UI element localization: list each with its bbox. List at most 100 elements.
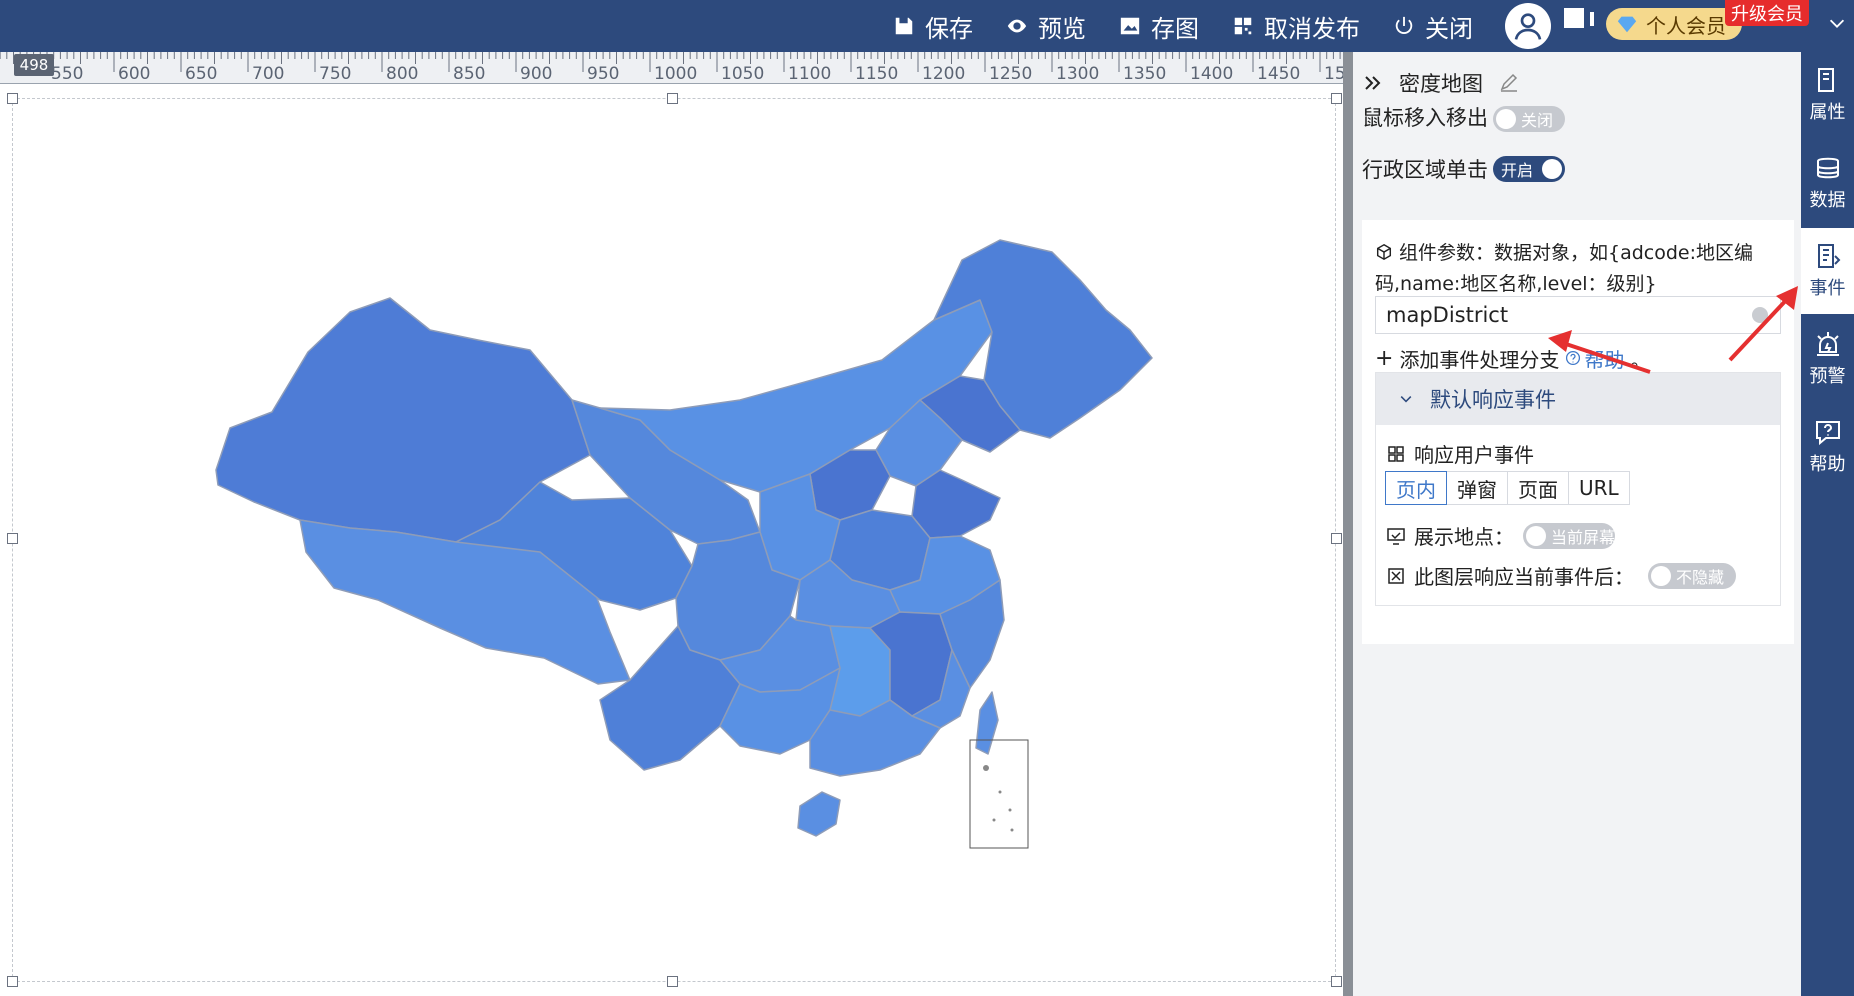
menu-attributes[interactable]: 属性 (1801, 52, 1854, 138)
click-label: 行政区域单击 (1362, 158, 1488, 182)
ruler-label: 600 (118, 64, 150, 84)
help-link[interactable]: 帮助 (1565, 344, 1624, 373)
diamond-icon (1617, 16, 1637, 33)
ruler-label: 1350 (1123, 64, 1166, 84)
ruler-label: 1400 (1190, 64, 1233, 84)
member-badge[interactable]: 个人会员 (1606, 8, 1742, 40)
menu-help[interactable]: 帮助 (1801, 404, 1854, 490)
divider (1590, 12, 1594, 26)
ruler-label: 1300 (1056, 64, 1099, 84)
unpublish-button[interactable]: 取消发布 (1232, 0, 1360, 52)
ruler-label: 1000 (654, 64, 697, 84)
square-icon[interactable] (1564, 8, 1584, 28)
param-input[interactable]: mapDistrict (1375, 296, 1781, 334)
ruler-label: 850 (453, 64, 485, 84)
property-panel: 密度地图 鼠标移入移出 关闭 行政区域单击 开启 组件参数：数据对象，如{adc… (1353, 52, 1801, 996)
question-icon (1566, 350, 1581, 366)
close-button[interactable]: 关闭 (1393, 0, 1473, 52)
top-toolbar: 保存 预览 存图 取消发布 关闭 个人会员 升级会员 (0, 0, 1854, 52)
user-icon (1514, 13, 1542, 40)
map-region[interactable] (975, 691, 999, 755)
add-branch-link[interactable]: 添加事件处理分支 (1399, 344, 1559, 373)
show-location-toggle[interactable]: 当前屏幕 (1523, 523, 1615, 549)
ruler-label: 700 (252, 64, 284, 84)
avatar[interactable] (1505, 3, 1551, 49)
add-branch-row: + 添加事件处理分支 帮助 。 (1375, 344, 1651, 373)
power-icon (1395, 16, 1413, 34)
double-chevron-right-icon[interactable] (1363, 73, 1383, 93)
database-icon (1816, 157, 1839, 179)
image-icon (1120, 17, 1140, 35)
horizontal-ruler: 550 600 650 700 750 800 850 900 950 1000 1050 1100 1… (0, 52, 1346, 84)
event-doc-icon (1817, 244, 1840, 268)
resize-handle[interactable] (7, 93, 18, 104)
cube-icon (1376, 243, 1392, 261)
respond-user-label: 响应用户事件 (1386, 439, 1534, 468)
resize-handle[interactable] (7, 976, 18, 987)
resize-handle[interactable] (667, 976, 678, 987)
settings-doc-icon (1817, 68, 1834, 92)
preview-icon (1007, 19, 1027, 33)
ruler-label: 750 (319, 64, 351, 84)
menu-data[interactable]: 数据 (1801, 140, 1854, 226)
show-location-label: 展示地点： (1386, 521, 1514, 550)
ruler-label: 800 (386, 64, 418, 84)
ruler-label: 1450 (1257, 64, 1300, 84)
chevron-down-icon[interactable] (1826, 12, 1848, 34)
map-region[interactable] (797, 791, 841, 837)
click-toggle[interactable]: 开启 (1493, 156, 1565, 182)
screen-check-icon (1387, 527, 1405, 545)
hover-toggle[interactable]: 关闭 (1493, 106, 1565, 132)
grid-icon (1388, 445, 1404, 462)
plus-icon[interactable]: + (1375, 346, 1393, 371)
resize-handle[interactable] (1331, 533, 1342, 544)
help-chat-icon (1815, 421, 1840, 446)
map-region[interactable] (911, 469, 1001, 539)
target-page[interactable]: 页面 (1507, 471, 1569, 505)
ruler-label: 1200 (922, 64, 965, 84)
preview-button[interactable]: 预览 (1006, 0, 1086, 52)
event-config-card: 组件参数：数据对象，如{adcode:地区编码,name:地区名称,level：… (1362, 220, 1794, 644)
density-map[interactable] (200, 180, 1160, 900)
resize-handle[interactable] (1331, 976, 1342, 987)
menu-alerts[interactable]: 预警 (1801, 316, 1854, 402)
right-menu: 属性 数据 事件 预警 帮助 (1801, 52, 1854, 996)
ruler-label: 900 (520, 64, 552, 84)
ruler-label: 650 (185, 64, 217, 84)
target-in-page[interactable]: 页内 (1385, 471, 1447, 505)
save-image-button[interactable]: 存图 (1119, 0, 1199, 52)
box-x-icon (1388, 567, 1404, 584)
resize-handle[interactable] (667, 93, 678, 104)
ruler-ticks: 550 600 650 700 750 800 850 900 950 1000 1050 1100 1… (0, 52, 1346, 84)
target-popup[interactable]: 弹窗 (1446, 471, 1508, 505)
resize-handle[interactable] (1331, 93, 1342, 104)
alarm-icon (1816, 332, 1839, 356)
ruler-label: 550 (51, 64, 83, 84)
ruler-label: 1100 (788, 64, 831, 84)
default-event-header[interactable]: 默认响应事件 (1376, 373, 1780, 425)
qrcode-icon (1234, 17, 1252, 35)
south-sea-inset (969, 739, 1029, 849)
clear-icon[interactable] (1752, 307, 1768, 323)
after-event-toggle[interactable]: 不隐藏 (1648, 563, 1736, 589)
default-event-section: 默认响应事件 响应用户事件 页内 弹窗 页面 URL 展示地点： 当前屏幕 此图… (1375, 372, 1781, 606)
panel-splitter[interactable] (1343, 52, 1353, 996)
ruler-label: 950 (587, 64, 619, 84)
save-icon (895, 17, 913, 35)
target-url[interactable]: URL (1568, 471, 1630, 505)
target-segmented: 页内 弹窗 页面 URL (1385, 471, 1630, 505)
ruler-label: 1150 (855, 64, 898, 84)
resize-handle[interactable] (7, 533, 18, 544)
after-event-label: 此图层响应当前事件后： (1386, 561, 1634, 590)
panel-title: 密度地图 (1399, 72, 1483, 96)
upgrade-button[interactable]: 升级会员 (1725, 0, 1809, 26)
ruler-label: 1250 (989, 64, 1032, 84)
chevron-down-icon (1400, 396, 1412, 403)
param-description: 组件参数：数据对象，如{adcode:地区编码,name:地区名称,level：… (1375, 242, 1754, 295)
edit-icon[interactable] (1499, 73, 1519, 93)
ruler-label: 1050 (721, 64, 764, 84)
save-button[interactable]: 保存 (893, 0, 973, 52)
hover-label: 鼠标移入移出 (1362, 106, 1488, 130)
menu-events[interactable]: 事件 (1801, 228, 1854, 314)
ruler-position-badge: 498 (14, 54, 54, 76)
